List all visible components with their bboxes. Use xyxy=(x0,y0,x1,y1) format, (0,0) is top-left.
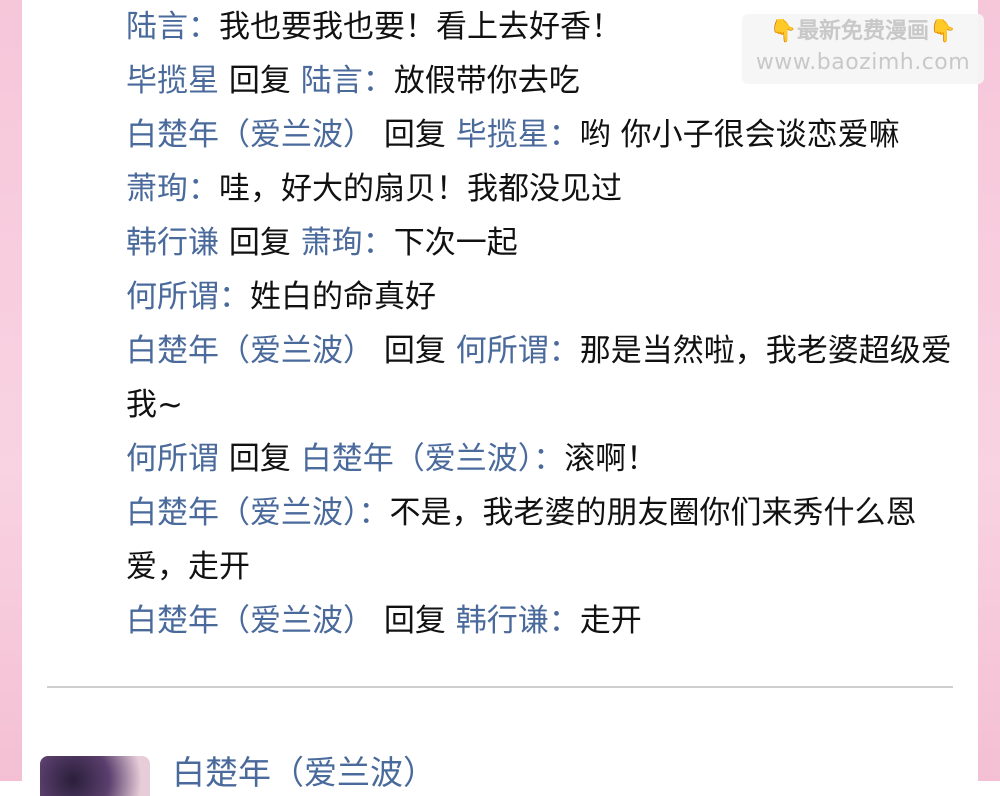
right-pink-border xyxy=(978,0,1000,781)
comment-row[interactable]: 白楚年（爱兰波） 回复 何所谓：那是当然啦，我老婆超级爱我~ xyxy=(126,324,956,432)
site-watermark: 👇最新免费漫画👇 www.baozimh.com xyxy=(742,14,984,84)
comment-author[interactable]: 韩行谦 xyxy=(126,225,219,261)
comment-author[interactable]: 白楚年（爱兰波） xyxy=(126,603,374,639)
comment-row[interactable]: 萧珣：哇，好大的扇贝！我都没见过 xyxy=(126,162,956,216)
reply-target[interactable]: 韩行谦 xyxy=(456,603,549,639)
comment-text: 我也要我也要！看上去好香！ xyxy=(219,9,622,45)
comment-text: 下次一起 xyxy=(393,225,518,261)
comment-text: 滚啊！ xyxy=(564,441,658,477)
comment-author[interactable]: 白楚年（爱兰波） xyxy=(126,117,374,153)
avatar[interactable] xyxy=(40,756,150,796)
reply-word: 回复 xyxy=(374,117,456,153)
reply-word: 回复 xyxy=(374,333,456,369)
comment-row[interactable]: 白楚年（爱兰波） 回复 毕揽星：哟 你小子很会谈恋爱嘛 xyxy=(126,108,956,162)
reply-word: 回复 xyxy=(219,441,301,477)
comment-text: 姓白的命真好 xyxy=(250,279,436,315)
comment-row[interactable]: 何所谓：姓白的命真好 xyxy=(126,270,956,324)
reply-target[interactable]: 白楚年（爱兰波） xyxy=(301,441,534,477)
comment-text: 哟 你小子很会谈恋爱嘛 xyxy=(579,117,900,153)
comment-text: 放假带你去吃 xyxy=(393,63,580,99)
comment-author[interactable]: 何所谓 xyxy=(126,441,219,477)
reply-target[interactable]: 何所谓 xyxy=(456,333,549,369)
comment-row[interactable]: 白楚年（爱兰波） 回复 韩行谦：走开 xyxy=(126,594,956,648)
comment-row[interactable]: 白楚年（爱兰波）：不是，我老婆的朋友圈你们来秀什么恩爱，走开 xyxy=(126,486,956,594)
reply-target[interactable]: 陆言 xyxy=(301,63,363,99)
comment-text: 走开 xyxy=(579,603,642,639)
comment-text: 哇，好大的扇贝！我都没见过 xyxy=(219,171,622,207)
left-pink-border xyxy=(0,0,22,781)
comment-author[interactable]: 何所谓 xyxy=(126,279,219,315)
post-divider xyxy=(47,686,953,688)
moments-panel: 陆言：我也要我也要！看上去好香！ 毕揽星 回复 陆言：放假带你去吃 白楚年（爱兰… xyxy=(22,0,978,796)
reply-target[interactable]: 萧珣 xyxy=(301,225,363,261)
watermark-url: www.baozimh.com xyxy=(755,50,971,75)
comment-author[interactable]: 毕揽星 xyxy=(126,63,219,99)
comment-author[interactable]: 陆言 xyxy=(126,9,188,45)
pointing-down-icon: 👇 xyxy=(769,19,797,44)
reply-word: 回复 xyxy=(219,225,301,261)
comment-author[interactable]: 萧珣 xyxy=(126,171,188,207)
comment-row[interactable]: 何所谓 回复 白楚年（爱兰波）：滚啊！ xyxy=(126,432,956,486)
comment-list: 陆言：我也要我也要！看上去好香！ 毕揽星 回复 陆言：放假带你去吃 白楚年（爱兰… xyxy=(126,0,956,648)
reply-target[interactable]: 毕揽星 xyxy=(456,117,549,153)
comment-author[interactable]: 白楚年（爱兰波） xyxy=(126,495,359,531)
reply-word: 回复 xyxy=(374,603,456,639)
comment-row[interactable]: 韩行谦 回复 萧珣：下次一起 xyxy=(126,216,956,270)
reply-word: 回复 xyxy=(219,63,301,99)
watermark-title: 最新免费漫画 xyxy=(796,19,929,44)
comment-author[interactable]: 白楚年（爱兰波） xyxy=(126,333,374,369)
post-author-name[interactable]: 白楚年（爱兰波） xyxy=(172,746,436,794)
pointing-down-icon: 👇 xyxy=(929,19,957,44)
